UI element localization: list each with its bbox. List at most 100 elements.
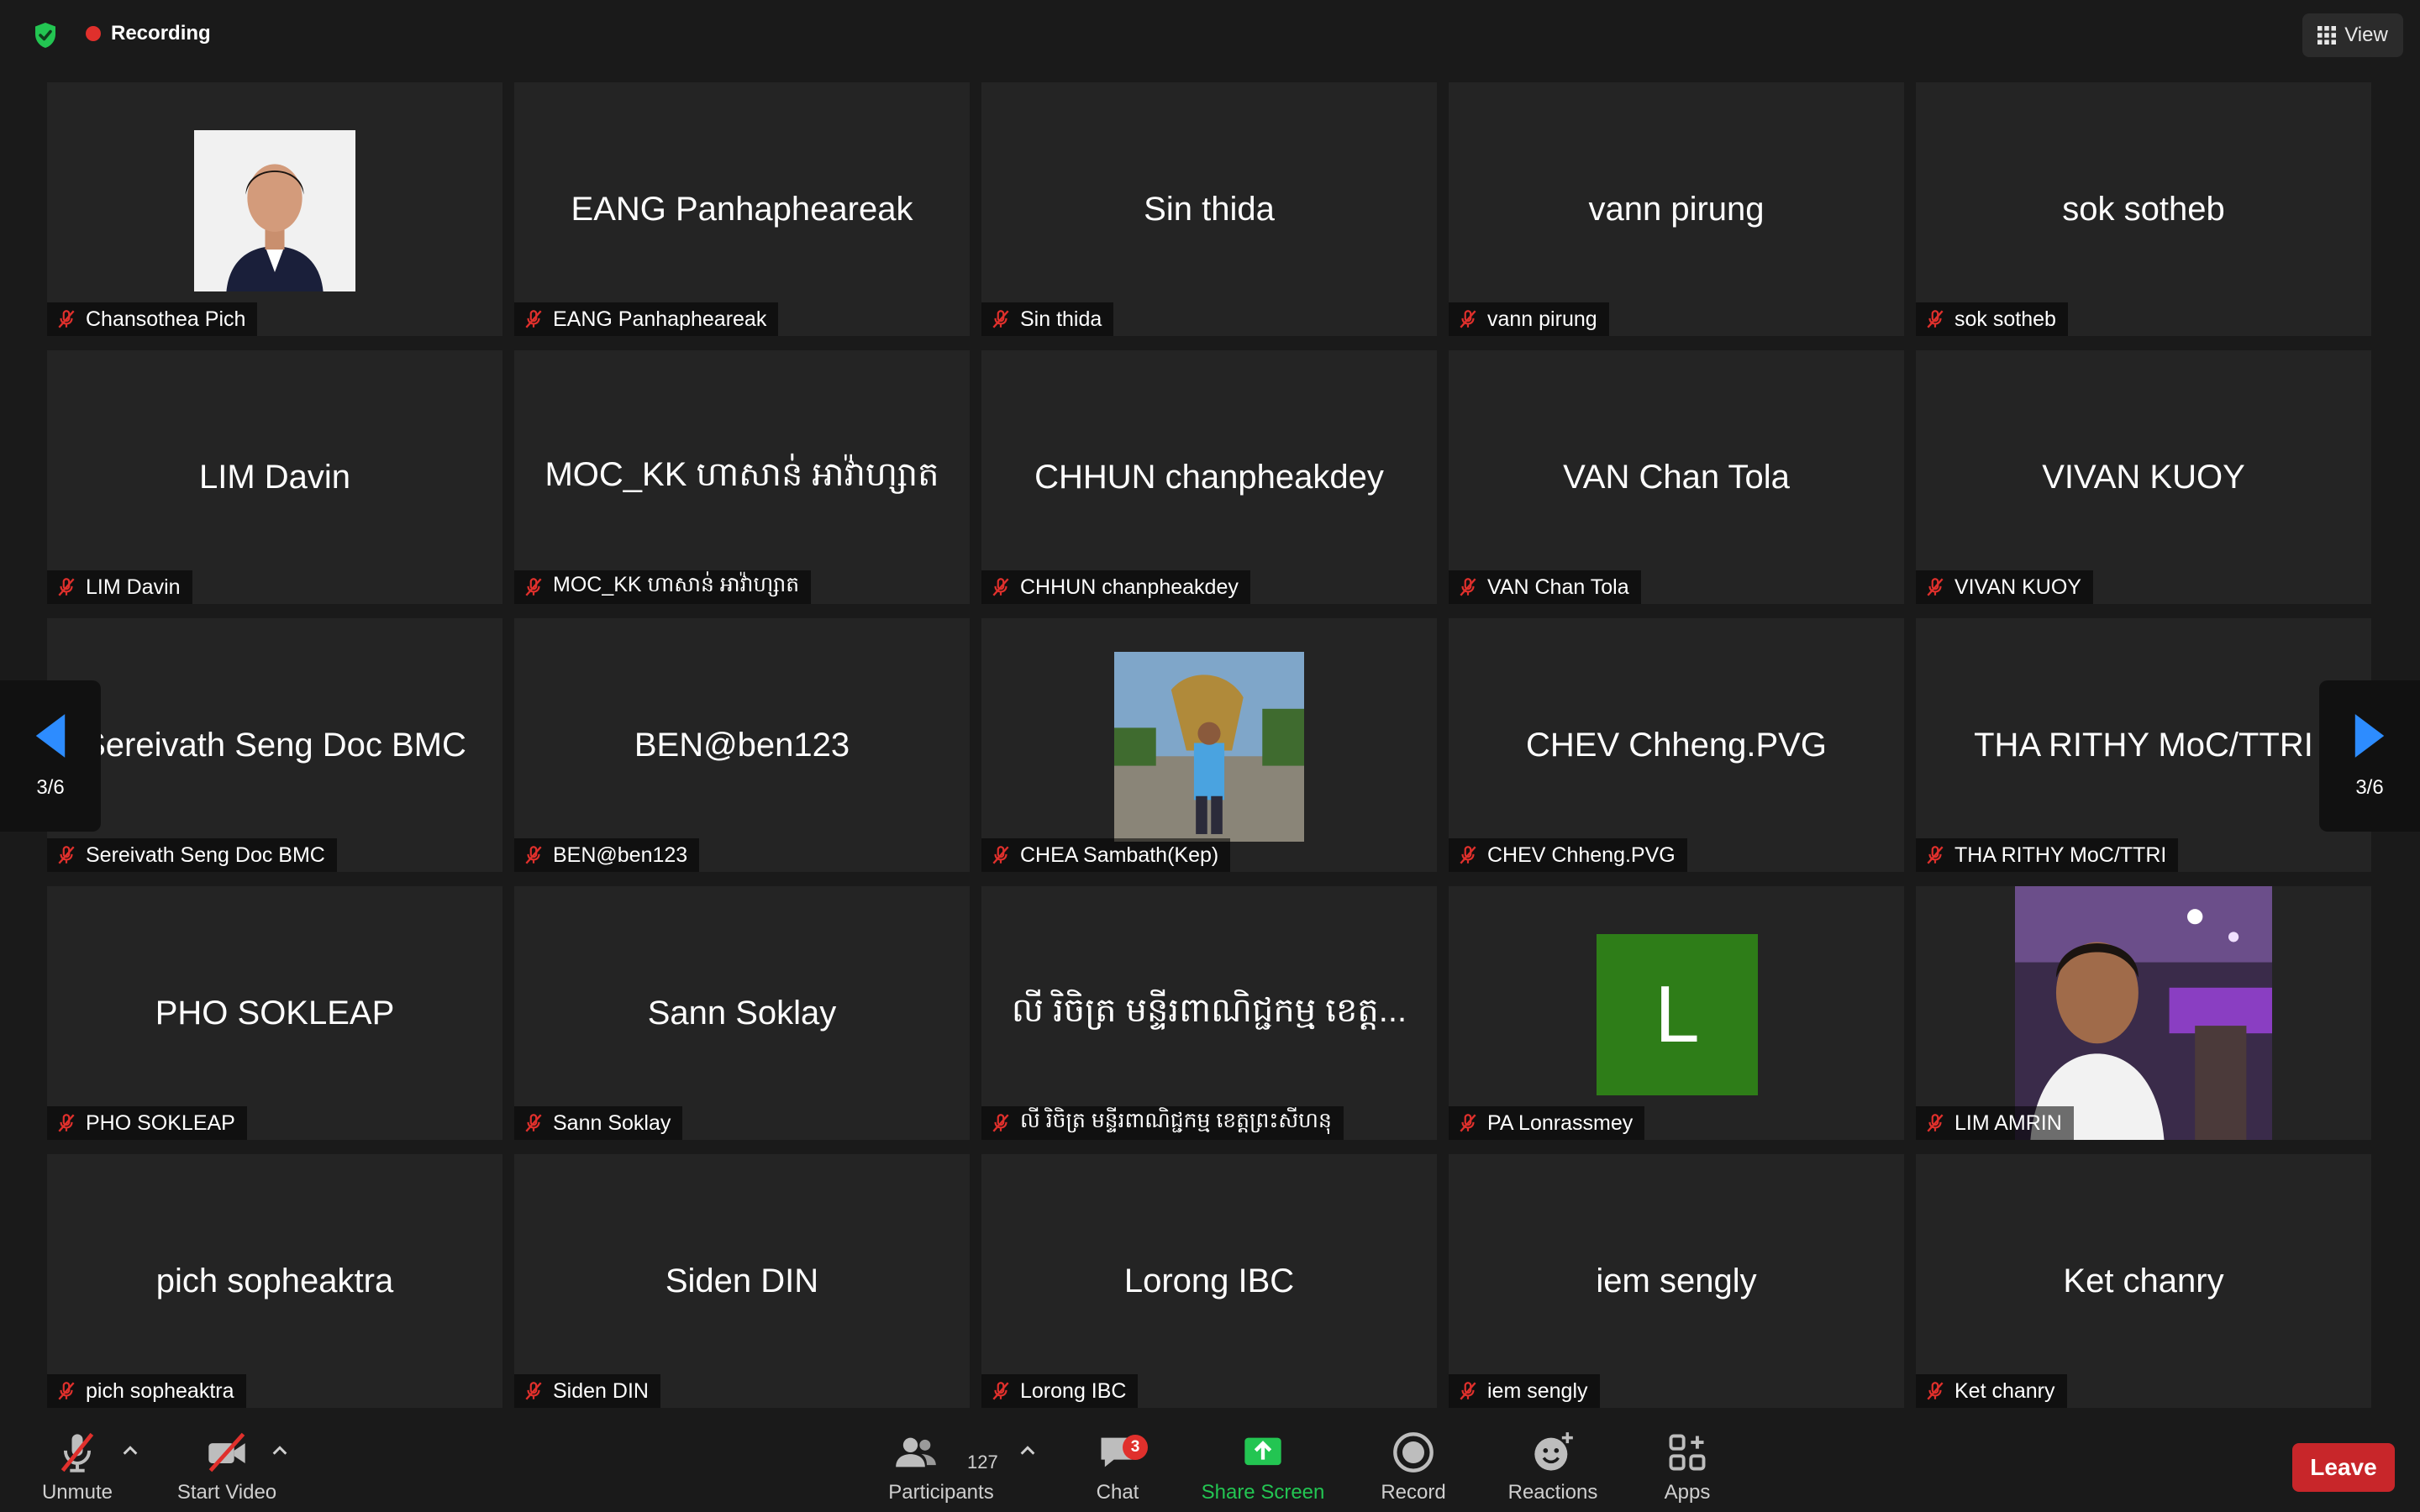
- participant-label-text: THA RITHY MoC/TTRI: [1954, 843, 2167, 867]
- gallery-grid: Chansothea Pich EANG Panhapheareak EANG …: [47, 82, 2373, 1408]
- muted-mic-icon: [525, 1382, 542, 1400]
- participant-tile[interactable]: Chansothea Pich: [47, 82, 502, 336]
- participant-tile[interactable]: Sereivath Seng Doc BMC Sereivath Seng Do…: [47, 618, 502, 872]
- participant-name-label: Sereivath Seng Doc BMC: [47, 838, 337, 872]
- next-page-button[interactable]: 3/6: [2319, 680, 2420, 832]
- participant-name-label: Ket chanry: [1916, 1374, 2067, 1408]
- participant-label-text: Chansothea Pich: [86, 307, 246, 331]
- participant-tile[interactable]: iem sengly iem sengly: [1449, 1154, 1904, 1408]
- participant-name-label: LIM Davin: [47, 570, 192, 604]
- participant-label-text: CHHUN chanpheakdey: [1020, 575, 1239, 599]
- participant-name-label: pich sopheaktra: [47, 1374, 246, 1408]
- participant-label-text: vann pirung: [1487, 307, 1597, 331]
- participant-label-text: VIVAN KUOY: [1954, 575, 2081, 599]
- participant-display-name: CHHUN chanpheakdey: [1034, 458, 1384, 496]
- chat-button[interactable]: Chat: [1076, 1423, 1160, 1512]
- chat-unread-badge: 3: [1123, 1435, 1148, 1460]
- participants-icon: [896, 1437, 936, 1467]
- muted-mic-icon: [58, 846, 75, 864]
- participant-display-name: Sann Soklay: [647, 994, 837, 1032]
- participant-tile[interactable]: CHHUN chanpheakdey CHHUN chanpheakdey: [981, 350, 1437, 604]
- participant-display-name: [47, 82, 502, 336]
- muted-mic-icon: [1927, 578, 1944, 596]
- participant-name-label: VIVAN KUOY: [1916, 570, 2093, 604]
- muted-mic-icon: [58, 578, 75, 596]
- participant-tile[interactable]: THA RITHY MoC/TTRI THA RITHY MoC/TTRI: [1916, 618, 2371, 872]
- audio-options-caret-icon[interactable]: [121, 1441, 139, 1460]
- participant-name-label: LIM AMRIN: [1916, 1106, 2074, 1140]
- participant-tile[interactable]: BEN@ben123 BEN@ben123: [514, 618, 970, 872]
- participant-tile[interactable]: CHEA Sambath(Kep): [981, 618, 1437, 872]
- leave-button[interactable]: Leave: [2292, 1443, 2395, 1492]
- participant-label-text: EANG Panhapheareak: [553, 307, 767, 331]
- participant-tile[interactable]: sok sotheb sok sotheb: [1916, 82, 2371, 336]
- participant-label-text: Sin thida: [1020, 307, 1102, 331]
- participant-tile[interactable]: Sin thida Sin thida: [981, 82, 1437, 336]
- participant-display-name: pich sopheaktra: [155, 1262, 394, 1299]
- muted-mic-icon: [58, 1114, 75, 1132]
- video-off-icon: [208, 1432, 245, 1473]
- participant-tile[interactable]: លី រិចិត្រ មន្ទីរពាណិជ្ជកម្ម ខេត្ត... លី…: [981, 886, 1437, 1140]
- start-video-label: Start Video: [176, 1481, 277, 1504]
- participant-tile[interactable]: LIM AMRIN: [1916, 886, 2371, 1140]
- muted-mic-icon: [525, 1114, 542, 1132]
- participant-label-text: PHO SOKLEAP: [86, 1110, 235, 1135]
- participant-tile[interactable]: CHEV Chheng.PVG CHEV Chheng.PVG: [1449, 618, 1904, 872]
- participants-options-caret-icon[interactable]: [1018, 1441, 1037, 1460]
- participant-tile[interactable]: pich sopheaktra pich sopheaktra: [47, 1154, 502, 1408]
- video-options-caret-icon[interactable]: [271, 1441, 289, 1460]
- participant-display-name: លី រិចិត្រ មន្ទីរពាណិជ្ជកម្ម ខេត្ត...: [1011, 991, 1407, 1029]
- participant-tile[interactable]: vann pirung vann pirung: [1449, 82, 1904, 336]
- view-button[interactable]: View: [2302, 13, 2403, 57]
- participant-display-name: CHEV Chheng.PVG: [1526, 726, 1827, 764]
- chat-label: Chat: [1096, 1481, 1139, 1504]
- participant-tile[interactable]: PHO SOKLEAP PHO SOKLEAP: [47, 886, 502, 1140]
- participant-display-name: Sin thida: [1144, 190, 1275, 228]
- participant-tile[interactable]: Sann Soklay Sann Soklay: [514, 886, 970, 1140]
- apps-label: Apps: [1664, 1481, 1711, 1504]
- participant-name-label: sok sotheb: [1916, 302, 2068, 336]
- participant-tile[interactable]: Lorong IBC Lorong IBC: [981, 1154, 1437, 1408]
- start-video-button[interactable]: Start Video: [168, 1423, 286, 1512]
- muted-mic-icon: [992, 1114, 1009, 1132]
- participant-label-text: លី រិចិត្រ មន្ទីរពាណិជ្ជកម្ម ខេត្តព្រះសី…: [1020, 1109, 1332, 1132]
- participant-label-text: CHEA Sambath(Kep): [1020, 843, 1219, 867]
- muted-mic-icon: [992, 1382, 1009, 1400]
- previous-page-button[interactable]: 3/6: [0, 680, 101, 832]
- participant-tile[interactable]: LIM Davin LIM Davin: [47, 350, 502, 604]
- muted-mic-icon: [1460, 578, 1476, 596]
- record-button[interactable]: Record: [1368, 1423, 1459, 1512]
- arrow-left-icon: [35, 714, 66, 758]
- muted-mic-icon: [60, 1432, 94, 1473]
- participant-display-name: VAN Chan Tola: [1563, 458, 1790, 496]
- muted-mic-icon: [1927, 1382, 1944, 1400]
- participant-label-text: LIM AMRIN: [1954, 1110, 2062, 1135]
- participant-tile[interactable]: VAN Chan Tola VAN Chan Tola: [1449, 350, 1904, 604]
- participant-display-name: THA RITHY MoC/TTRI: [1974, 726, 2313, 764]
- muted-mic-icon: [525, 310, 542, 328]
- top-bar: Recording View: [0, 0, 2420, 71]
- participant-tile[interactable]: Ket chanry Ket chanry: [1916, 1154, 2371, 1408]
- unmute-button[interactable]: Unmute: [34, 1423, 121, 1512]
- participant-display-name: VIVAN KUOY: [2042, 458, 2245, 496]
- participant-label-text: VAN Chan Tola: [1487, 575, 1629, 599]
- participant-display-name: [981, 618, 1437, 872]
- participant-label-text: LIM Davin: [86, 575, 181, 599]
- participant-name-label: Sann Soklay: [514, 1106, 683, 1140]
- participant-display-name: PHO SOKLEAP: [155, 994, 395, 1032]
- recording-indicator[interactable]: Recording: [86, 22, 211, 45]
- letter-avatar: L: [1597, 934, 1758, 1095]
- participant-label-text: sok sotheb: [1954, 307, 2056, 331]
- reactions-label: Reactions: [1507, 1481, 1598, 1504]
- participant-name-label: Chansothea Pich: [47, 302, 258, 336]
- reactions-button[interactable]: Reactions: [1496, 1423, 1610, 1512]
- participant-tile[interactable]: MOC_KK ហាសាន់ អាវ៉ាហ្សាត MOC_KK ហាសាន់ អ…: [514, 350, 970, 604]
- apps-button[interactable]: Apps: [1647, 1423, 1728, 1512]
- participant-tile[interactable]: VIVAN KUOY VIVAN KUOY: [1916, 350, 2371, 604]
- security-shield-icon[interactable]: [30, 20, 60, 50]
- share-screen-button[interactable]: Share Screen: [1192, 1423, 1334, 1512]
- participant-tile[interactable]: EANG Panhapheareak EANG Panhapheareak: [514, 82, 970, 336]
- participant-tile[interactable]: L PA Lonrassmey: [1449, 886, 1904, 1140]
- participants-label: Participants: [888, 1481, 994, 1504]
- participant-tile[interactable]: Siden DIN Siden DIN: [514, 1154, 970, 1408]
